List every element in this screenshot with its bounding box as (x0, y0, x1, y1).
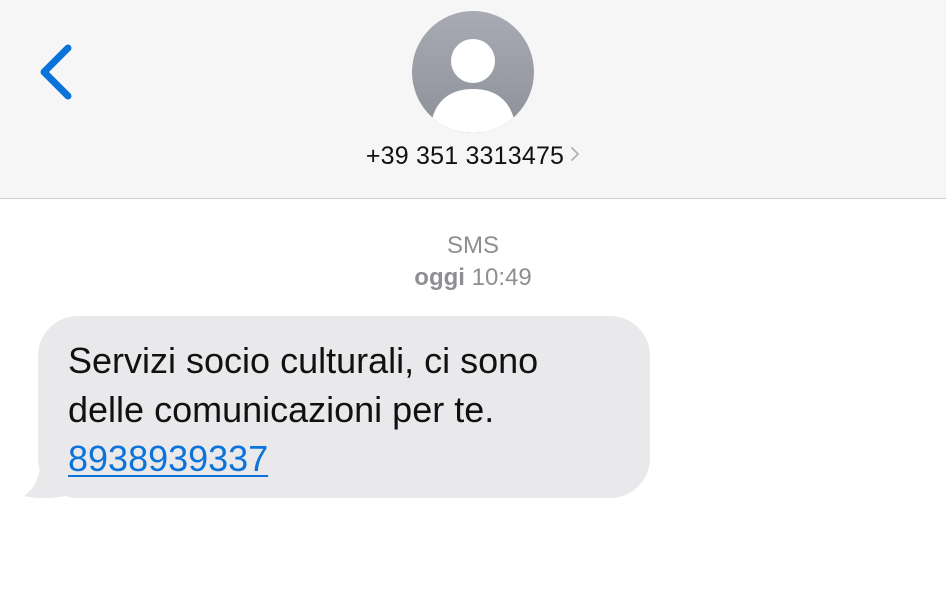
contact-name-row[interactable]: +39 351 3313475 (0, 142, 946, 171)
message-text-line-1: Servizi socio culturali, ci sono (68, 340, 539, 381)
phone-number-link[interactable]: 8938939337 (68, 438, 268, 479)
message-text-line-2: delle comunicazioni per te. (68, 389, 495, 430)
contact-number[interactable]: +39 351 3313475 (366, 142, 564, 170)
chevron-right-icon (571, 147, 580, 161)
service-label: SMS (446, 232, 499, 259)
timestamp-day: oggi (414, 264, 465, 291)
back-button[interactable] (30, 38, 80, 108)
timestamp-time: 10:49 (471, 264, 532, 291)
contact-avatar[interactable] (412, 11, 534, 133)
person-icon (432, 39, 514, 133)
conversation-header: +39 351 3313475 (0, 0, 946, 199)
message-timestamp: oggi 10:49 (0, 264, 946, 292)
incoming-message-bubble[interactable]: Servizi socio culturali, ci sono delle c… (38, 316, 650, 498)
chevron-left-icon (40, 44, 72, 100)
